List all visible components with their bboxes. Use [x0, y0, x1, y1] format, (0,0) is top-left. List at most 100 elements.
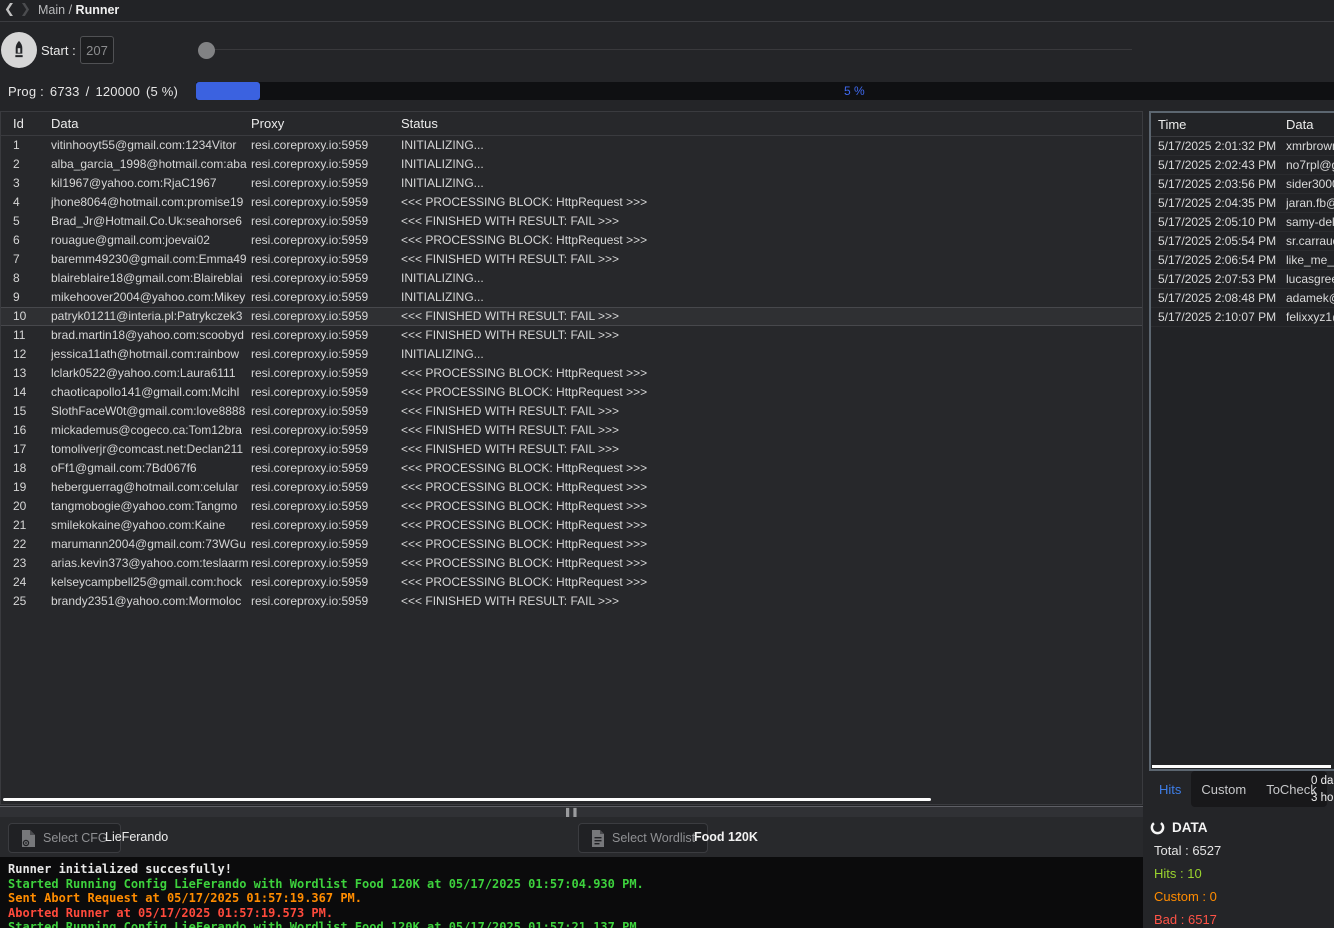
progress-separator: /	[86, 84, 90, 99]
column-header-time[interactable]: Time	[1158, 113, 1286, 137]
progress-text: Prog :6733/120000(5 %)	[8, 84, 184, 99]
cell-hit-data: xmrbrown	[1286, 137, 1334, 155]
table-row[interactable]: 11 brad.martin18@yahoo.com:scoobyd resi.…	[1, 326, 1142, 345]
cell-hit-data: like_me_lu	[1286, 251, 1334, 269]
cell-status: INITIALIZING...	[401, 155, 1142, 174]
table-row[interactable]: 8 blaireblaire18@gmail.com:Blaireblai re…	[1, 269, 1142, 288]
hit-row[interactable]: 5/17/2025 2:02:43 PM no7rpl@g	[1151, 156, 1334, 175]
table-row[interactable]: 24 kelseycampbell25@gmail.com:hock resi.…	[1, 573, 1142, 592]
table-row[interactable]: 21 smilekokaine@yahoo.com:Kaine resi.cor…	[1, 516, 1142, 535]
table-row[interactable]: 18 oFf1@gmail.com:7Bd067f6 resi.coreprox…	[1, 459, 1142, 478]
column-header-id[interactable]: Id	[13, 112, 51, 136]
cell-id: 12	[13, 345, 51, 364]
column-header-data[interactable]: Data	[51, 112, 251, 136]
table-row[interactable]: 17 tomoliverjr@comcast.net:Declan211 res…	[1, 440, 1142, 459]
select-cfg-button[interactable]: Select CFG	[8, 823, 121, 853]
breadcrumb-main[interactable]: Main	[38, 3, 65, 17]
cell-data: rouague@gmail.com:joevai02	[51, 231, 251, 250]
bullet-logo-icon	[1, 32, 37, 68]
cell-hit-data: jaran.fb@	[1286, 194, 1334, 212]
file-gear-icon	[21, 830, 36, 847]
cell-id: 25	[13, 592, 51, 611]
hit-row[interactable]: 5/17/2025 2:04:35 PM jaran.fb@	[1151, 194, 1334, 213]
cell-status: <<< FINISHED WITH RESULT: FAIL >>>	[401, 212, 1142, 231]
cell-data: brandy2351@yahoo.com:Mormoloc	[51, 592, 251, 611]
cell-id: 23	[13, 554, 51, 573]
cell-id: 8	[13, 269, 51, 288]
table-row[interactable]: 3 kil1967@yahoo.com:RjaC1967 resi.corepr…	[1, 174, 1142, 193]
cell-data: kelseycampbell25@gmail.com:hock	[51, 573, 251, 592]
hit-row[interactable]: 5/17/2025 2:03:56 PM sider3000	[1151, 175, 1334, 194]
hit-row[interactable]: 5/17/2025 2:05:54 PM sr.carraud	[1151, 232, 1334, 251]
hit-row[interactable]: 5/17/2025 2:10:07 PM felixxyz1@	[1151, 308, 1334, 327]
cell-proxy: resi.coreproxy.io:5959	[251, 535, 401, 554]
stat-total: Total : 6527	[1154, 843, 1334, 858]
table-row[interactable]: 22 marumann2004@gmail.com:73WGu resi.cor…	[1, 535, 1142, 554]
cell-id: 2	[13, 155, 51, 174]
cell-data: heberguerrag@hotmail.com:celular	[51, 478, 251, 497]
table-row[interactable]: 16 mickademus@cogeco.ca:Tom12bra resi.co…	[1, 421, 1142, 440]
column-header-hit-data[interactable]: Data	[1286, 113, 1334, 137]
results-tabs: Hits Custom ToCheck	[1149, 771, 1334, 807]
table-row[interactable]: 13 lclark0522@yahoo.com:Laura6111 resi.c…	[1, 364, 1142, 383]
table-row[interactable]: 19 heberguerrag@hotmail.com:celular resi…	[1, 478, 1142, 497]
cell-hit-data: samy-delu	[1286, 213, 1334, 231]
horizontal-scrollbar[interactable]	[3, 798, 931, 801]
cell-proxy: resi.coreproxy.io:5959	[251, 345, 401, 364]
bots-slider-handle[interactable]	[198, 42, 215, 59]
table-row[interactable]: 12 jessica11ath@hotmail.com:rainbow resi…	[1, 345, 1142, 364]
table-row[interactable]: 20 tangmobogie@yahoo.com:Tangmo resi.cor…	[1, 497, 1142, 516]
hit-row[interactable]: 5/17/2025 2:08:48 PM adamek@	[1151, 289, 1334, 308]
cell-status: <<< PROCESSING BLOCK: HttpRequest >>>	[401, 535, 1142, 554]
forward-icon[interactable]: ❯	[20, 1, 31, 17]
table-row[interactable]: 9 mikehoover2004@yahoo.com:Mikey resi.co…	[1, 288, 1142, 307]
cell-data: arias.kevin373@yahoo.com:teslaarm	[51, 554, 251, 573]
cell-time: 5/17/2025 2:06:54 PM	[1158, 251, 1286, 269]
table-row[interactable]: 6 rouague@gmail.com:joevai02 resi.corepr…	[1, 231, 1142, 250]
table-row[interactable]: 25 brandy2351@yahoo.com:Mormoloc resi.co…	[1, 592, 1142, 611]
cell-status: <<< FINISHED WITH RESULT: FAIL >>>	[401, 326, 1142, 345]
cell-status: <<< FINISHED WITH RESULT: FAIL >>>	[401, 308, 1142, 325]
select-wordlist-button[interactable]: Select Wordlist	[578, 823, 708, 853]
table-row[interactable]: 5 Brad_Jr@Hotmail.Co.Uk:seahorse6 resi.c…	[1, 212, 1142, 231]
column-header-proxy[interactable]: Proxy	[251, 112, 401, 136]
tab-custom[interactable]: Custom	[1191, 773, 1256, 806]
cell-proxy: resi.coreproxy.io:5959	[251, 440, 401, 459]
log-line: Aborted Runner at 05/17/2025 01:57:19.57…	[8, 906, 1135, 921]
cell-status: INITIALIZING...	[401, 269, 1142, 288]
back-icon[interactable]: ❮	[4, 1, 15, 17]
table-row[interactable]: 23 arias.kevin373@yahoo.com:teslaarm res…	[1, 554, 1142, 573]
cell-time: 5/17/2025 2:02:43 PM	[1158, 156, 1286, 174]
hit-row[interactable]: 5/17/2025 2:05:10 PM samy-delu	[1151, 213, 1334, 232]
column-header-status[interactable]: Status	[401, 112, 1142, 136]
cell-proxy: resi.coreproxy.io:5959	[251, 231, 401, 250]
table-row[interactable]: 14 chaoticapollo141@gmail.com:Mcihl resi…	[1, 383, 1142, 402]
log-line: Started Running Config LieFerando with W…	[8, 920, 1135, 928]
cell-status: <<< PROCESSING BLOCK: HttpRequest >>>	[401, 364, 1142, 383]
start-input[interactable]	[80, 36, 114, 64]
cell-status: <<< PROCESSING BLOCK: HttpRequest >>>	[401, 573, 1142, 592]
table-row[interactable]: 4 jhone8064@hotmail.com:promise19 resi.c…	[1, 193, 1142, 212]
cell-status: <<< PROCESSING BLOCK: HttpRequest >>>	[401, 231, 1142, 250]
cell-data: smilekokaine@yahoo.com:Kaine	[51, 516, 251, 535]
table-row[interactable]: 10 patryk01211@interia.pl:Patrykczek3 re…	[1, 307, 1142, 326]
cell-data: mikehoover2004@yahoo.com:Mikey	[51, 288, 251, 307]
hit-row[interactable]: 5/17/2025 2:06:54 PM like_me_lu	[1151, 251, 1334, 270]
cell-hit-data: felixxyz1@	[1286, 308, 1334, 326]
table-row[interactable]: 2 alba_garcia_1998@hotmail.com:aba resi.…	[1, 155, 1142, 174]
table-row[interactable]: 7 baremm49230@gmail.com:Emma49 resi.core…	[1, 250, 1142, 269]
table-row[interactable]: 1 vitinhooyt55@gmail.com:1234Vitor resi.…	[1, 136, 1142, 155]
cell-proxy: resi.coreproxy.io:5959	[251, 288, 401, 307]
cell-proxy: resi.coreproxy.io:5959	[251, 364, 401, 383]
cell-hit-data: sider3000	[1286, 175, 1334, 193]
splitter-bar[interactable]: ▌▌	[0, 806, 1143, 817]
hit-row[interactable]: 5/17/2025 2:01:32 PM xmrbrown	[1151, 137, 1334, 156]
cell-proxy: resi.coreproxy.io:5959	[251, 174, 401, 193]
breadcrumb: Main / Runner	[38, 3, 119, 17]
hits-horizontal-scrollbar[interactable]	[1152, 765, 1331, 768]
cell-id: 20	[13, 497, 51, 516]
tab-hits[interactable]: Hits	[1149, 773, 1191, 806]
cell-proxy: resi.coreproxy.io:5959	[251, 421, 401, 440]
table-row[interactable]: 15 SlothFaceW0t@gmail.com:love8888 resi.…	[1, 402, 1142, 421]
hit-row[interactable]: 5/17/2025 2:07:53 PM lucasgree	[1151, 270, 1334, 289]
